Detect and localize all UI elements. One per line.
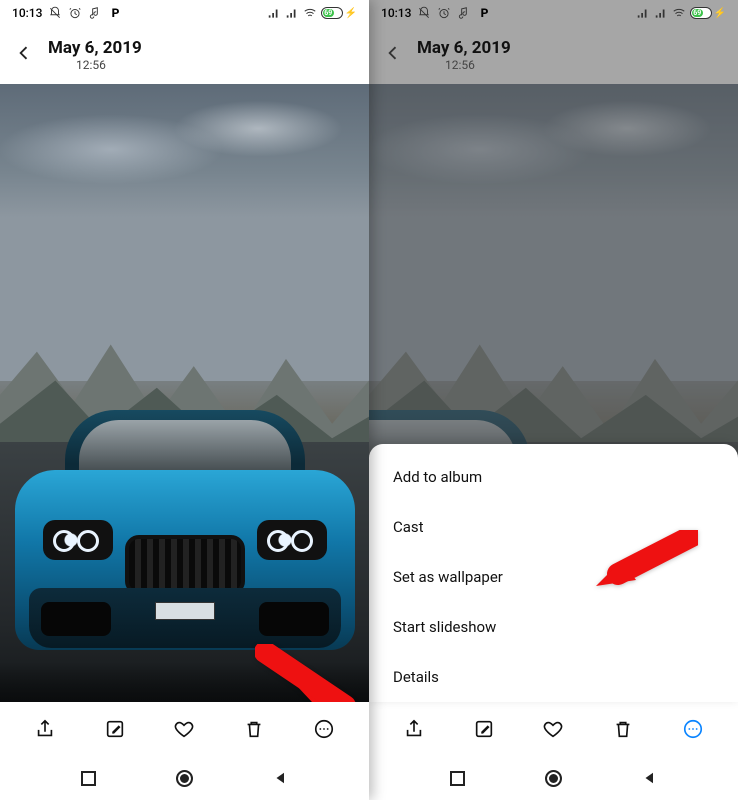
share-button[interactable] xyxy=(29,713,61,745)
alarm-icon xyxy=(437,6,451,20)
sheet-item-label: Add to album xyxy=(393,468,482,486)
sheet-item-set-as-wallpaper[interactable]: Set as wallpaper xyxy=(369,552,738,602)
status-bar: 10:13 P 69 ⚡ xyxy=(369,0,738,26)
android-navbar xyxy=(369,756,738,800)
charging-icon: ⚡ xyxy=(714,8,726,19)
photo-header: May 6, 2019 12:56 xyxy=(369,26,738,84)
favorite-button[interactable] xyxy=(168,713,200,745)
header-time: 12:56 xyxy=(76,58,142,72)
nav-back-button[interactable] xyxy=(638,766,662,790)
more-options-sheet: Add to album Cast Set as wallpaper Start… xyxy=(369,444,738,702)
car-image xyxy=(5,350,365,690)
signal-icon-2 xyxy=(654,6,668,20)
edit-button[interactable] xyxy=(99,713,131,745)
sheet-item-details[interactable]: Details xyxy=(369,652,738,702)
nav-recent-button[interactable] xyxy=(445,766,469,790)
photo-header: May 6, 2019 12:56 xyxy=(0,26,369,84)
header-date: May 6, 2019 xyxy=(417,38,511,58)
letter-p-icon: P xyxy=(108,6,122,20)
header-date: May 6, 2019 xyxy=(48,38,142,58)
share-button[interactable] xyxy=(398,713,430,745)
photo-viewer[interactable] xyxy=(0,84,369,702)
nav-home-button[interactable] xyxy=(172,766,196,790)
nav-recent-button[interactable] xyxy=(76,766,100,790)
sheet-item-label: Start slideshow xyxy=(393,618,496,636)
photo-toolbar xyxy=(0,702,369,756)
delete-button[interactable] xyxy=(238,713,270,745)
header-time: 12:56 xyxy=(445,58,511,72)
signal-icon xyxy=(267,6,281,20)
wifi-icon xyxy=(672,6,686,20)
annotation-arrow xyxy=(255,644,369,702)
nav-home-button[interactable] xyxy=(541,766,565,790)
favorite-button[interactable] xyxy=(537,713,569,745)
sheet-item-label: Set as wallpaper xyxy=(393,568,503,586)
bell-off-icon xyxy=(48,6,62,20)
music-note-icon xyxy=(88,6,102,20)
letter-p-icon: P xyxy=(477,6,491,20)
signal-icon xyxy=(636,6,650,20)
wifi-icon xyxy=(303,6,317,20)
nav-back-button[interactable] xyxy=(269,766,293,790)
back-button[interactable] xyxy=(383,43,403,67)
android-navbar xyxy=(0,756,369,800)
alarm-icon xyxy=(68,6,82,20)
sheet-item-start-slideshow[interactable]: Start slideshow xyxy=(369,602,738,652)
annotation-arrow xyxy=(588,530,698,604)
status-time: 10:13 xyxy=(381,6,411,20)
back-button[interactable] xyxy=(14,43,34,67)
sheet-item-label: Details xyxy=(393,668,439,686)
status-time: 10:13 xyxy=(12,6,42,20)
battery-indicator: 69 ⚡ xyxy=(321,7,357,19)
battery-indicator: 69 ⚡ xyxy=(690,7,726,19)
more-button[interactable] xyxy=(308,713,340,745)
phone-screen-left: 10:13 P 69 ⚡ May 6, 2019 12:56 xyxy=(0,0,369,800)
more-button-active[interactable] xyxy=(677,713,709,745)
signal-icon-2 xyxy=(285,6,299,20)
phone-screen-right: 10:13 P 69 ⚡ May 6, 2019 12:56 xyxy=(369,0,738,800)
sheet-item-label: Cast xyxy=(393,518,424,536)
photo-toolbar xyxy=(369,702,738,756)
music-note-icon xyxy=(457,6,471,20)
bell-off-icon xyxy=(417,6,431,20)
sheet-item-add-to-album[interactable]: Add to album xyxy=(369,452,738,502)
status-bar: 10:13 P 69 ⚡ xyxy=(0,0,369,26)
edit-button[interactable] xyxy=(468,713,500,745)
charging-icon: ⚡ xyxy=(345,8,357,19)
delete-button[interactable] xyxy=(607,713,639,745)
